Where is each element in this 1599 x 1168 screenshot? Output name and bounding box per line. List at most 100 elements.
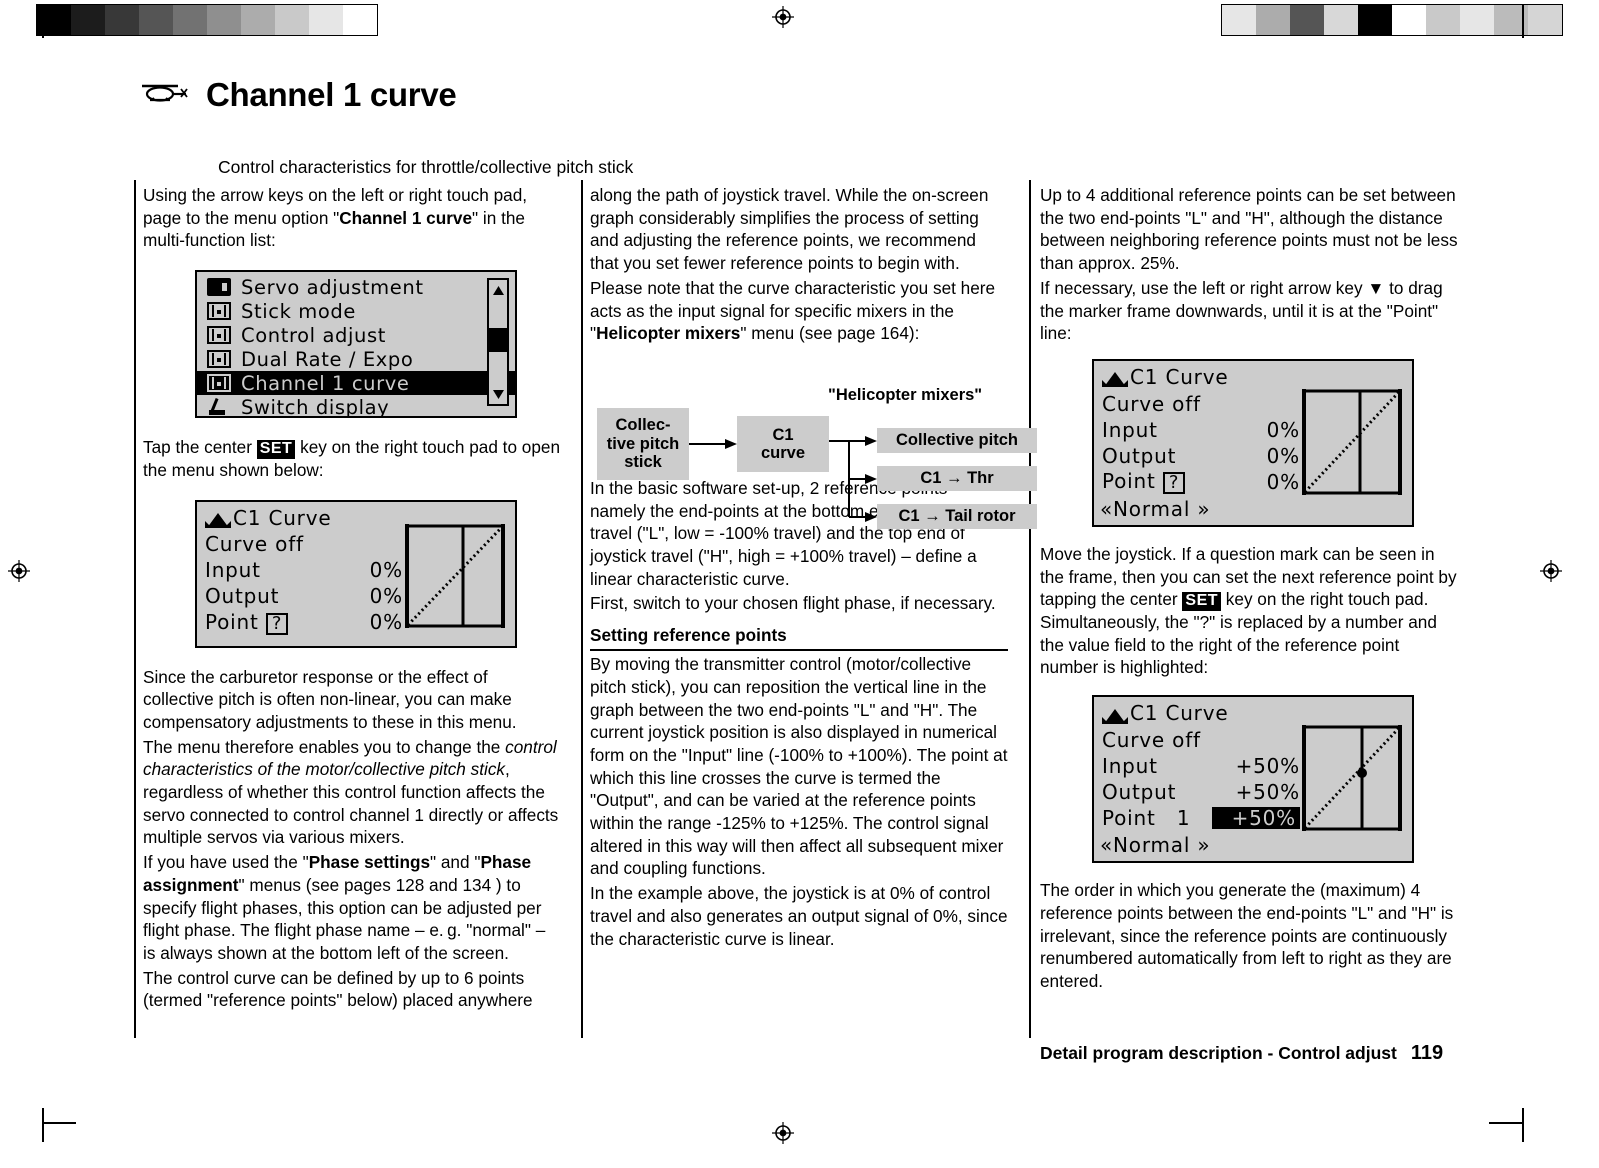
col1-paragraph-1: Using the arrow keys on the left or righ… — [143, 184, 561, 252]
point-number[interactable]: 1 — [1177, 806, 1191, 830]
arrow-down-icon: ▼ — [1367, 277, 1385, 298]
lcd-output-label: Output — [1102, 779, 1177, 804]
stick-mode-icon — [207, 302, 231, 321]
lcd-c1-curve-screen-point-1[interactable]: C1 Curve Curve off Input +50% Output +50… — [1092, 695, 1414, 864]
menu-scrollbar[interactable] — [487, 278, 509, 407]
col1-paragraph-5: If you have used the "Phase settings" an… — [143, 851, 561, 965]
page-number: 119 — [1410, 1042, 1444, 1064]
lcd-point-row[interactable]: Point 1 +50% — [1102, 805, 1300, 831]
lcd-title: C1 Curve — [1130, 364, 1229, 389]
lcd-curve-state-row[interactable]: Curve off — [1102, 727, 1300, 753]
lcd-curve-state: Curve off — [1102, 727, 1201, 752]
col3-paragraph-2: If necessary, use the left or right arro… — [1040, 277, 1458, 345]
lcd-flight-phase: «Normal » — [1100, 496, 1211, 521]
column-3: Up to 4 additional reference points can … — [1040, 184, 1458, 995]
col3-paragraph-4: The order in which you generate the (max… — [1040, 880, 1454, 991]
lcd-output-row: Output 0% — [1102, 443, 1300, 469]
menu-item-servo-adjustment[interactable]: Servo adjustment — [197, 275, 515, 299]
lcd-output-row: Output +50% — [1102, 779, 1300, 805]
footer-section-title: Detail program description - Control adj… — [1040, 1043, 1397, 1063]
lcd-curve-state: Curve off — [1102, 391, 1201, 416]
menu-item-stick-mode[interactable]: Stick mode — [197, 299, 515, 323]
lcd-point-value: 0% — [1266, 469, 1300, 494]
col1-paragraph-6: The control curve can be defined by up t… — [143, 967, 533, 1011]
col2-paragraph-2: Please note that the curve characteristi… — [590, 277, 1008, 345]
lcd-point-value: 0% — [369, 610, 403, 635]
point-marker-box[interactable]: ? — [1162, 471, 1186, 494]
lcd-point-value-highlighted[interactable]: +50% — [1212, 807, 1300, 829]
helicopter-mixers-flow-diagram: "Helicopter mixers" Collec-tive pitch sti… — [597, 386, 1037, 529]
lcd-input-label: Input — [1102, 417, 1158, 442]
col1-p5-bold1: Phase settings — [308, 852, 430, 873]
lcd-c1-curve-screen-point-line[interactable]: C1 Curve Curve off Input 0% Output 0% Po… — [1092, 358, 1414, 527]
curve-graph — [1300, 719, 1404, 841]
col1-paragraph-4: The menu therefore enables you to change… — [143, 736, 561, 850]
lcd-curve-state: Curve off — [205, 532, 304, 557]
column-rule-2 — [581, 180, 583, 1038]
lcd-point-label-wrap: Point ? — [205, 609, 315, 635]
servo-adjustment-icon — [207, 278, 231, 297]
col1-p4a: The menu therefore enables you to change… — [143, 736, 506, 757]
col1-paragraph-3: Since the carburetor response or the eff… — [143, 666, 517, 732]
lcd-input-label: Input — [1102, 753, 1158, 778]
lcd-value-list: Curve off Input +50% Output +50% Point 1… — [1102, 727, 1300, 831]
menu-item-control-adjust[interactable]: Control adjust — [197, 323, 515, 347]
lcd-output-label: Output — [205, 584, 280, 609]
lcd-input-row: Input 0% — [205, 558, 403, 584]
col2-paragraph-1: along the path of joystick travel. While… — [590, 185, 989, 274]
scrollbar-thumb[interactable] — [489, 328, 507, 353]
page-title: Channel 1 curve — [206, 76, 457, 113]
manual-page: Channel 1 curve Control characteristics … — [0, 0, 1599, 1168]
lcd-point-label: Point — [1102, 468, 1156, 493]
lcd-input-row: Input +50% — [1102, 753, 1300, 779]
curve-graph — [403, 520, 507, 636]
page-subtitle: Control characteristics for throttle/col… — [218, 157, 634, 177]
scroll-down-icon[interactable] — [489, 384, 507, 404]
lcd-value-list: Curve off Input 0% Output 0% Point ? 0% — [1102, 391, 1300, 495]
col2-subheading: Setting reference points — [590, 625, 1008, 652]
lcd-c1-curve-screen-initial[interactable]: C1 Curve Curve off Input 0% Output 0% Po… — [195, 499, 517, 648]
set-key-badge: SET — [1182, 592, 1222, 611]
menu-item-label: Dual Rate / Expo — [241, 347, 414, 371]
menu-item-label: Switch display — [241, 395, 390, 419]
col1-p5a: If you have used the " — [143, 852, 309, 873]
column-rule-1 — [134, 180, 136, 1038]
lcd-point-label-wrap: Point ? — [1102, 470, 1212, 494]
menu-item-label: Servo adjustment — [241, 275, 424, 299]
diagram-connectors — [689, 436, 877, 522]
lcd-multifunction-menu[interactable]: Servo adjustment Stick mode Control adju… — [195, 270, 517, 419]
lcd-output-value: 0% — [369, 584, 403, 609]
lcd-value-list: Curve off Input 0% Output 0% Point ? 0% — [205, 532, 403, 636]
menu-item-channel-1-curve[interactable]: Channel 1 curve — [197, 371, 515, 396]
lcd-title: C1 Curve — [233, 505, 332, 530]
column-1: Using the arrow keys on the left or righ… — [143, 184, 561, 1014]
lcd-input-value: 0% — [1266, 417, 1300, 442]
lcd-curve-state-row[interactable]: Curve off — [205, 532, 403, 558]
lcd-output-label: Output — [1102, 443, 1177, 468]
mountain-icon — [1102, 705, 1128, 724]
col1-p1-bold: Channel 1 curve — [339, 207, 473, 228]
channel-1-curve-icon — [207, 374, 231, 393]
control-adjust-icon — [207, 326, 231, 345]
col3-paragraph-3: Move the joystick. If a question mark ca… — [1040, 543, 1458, 679]
col2-paragraph-5: By moving the transmitter control (motor… — [590, 654, 1008, 879]
column-rule-3 — [1029, 180, 1031, 1038]
switch-display-icon — [207, 398, 231, 416]
scroll-up-icon[interactable] — [489, 280, 507, 300]
menu-item-label: Control adjust — [241, 323, 386, 347]
col3-paragraph-1: Up to 4 additional reference points can … — [1040, 185, 1458, 274]
lcd-point-row[interactable]: Point ? 0% — [1102, 469, 1300, 495]
lcd-flight-phase: «Normal » — [1100, 833, 1211, 858]
point-marker-box[interactable]: ? — [265, 612, 289, 635]
lcd-input-label: Input — [205, 558, 261, 583]
lcd-point-label: Point — [205, 609, 259, 634]
menu-item-switch-display[interactable]: Switch display — [197, 395, 515, 419]
col1-p2a: Tap the center — [143, 437, 257, 458]
lcd-input-row: Input 0% — [1102, 417, 1300, 443]
lcd-curve-state-row[interactable]: Curve off — [1102, 391, 1300, 417]
helicopter-icon — [138, 77, 190, 113]
menu-item-dual-rate-expo[interactable]: Dual Rate / Expo — [197, 347, 515, 371]
lcd-point-row[interactable]: Point ? 0% — [205, 610, 403, 636]
col1-p5b: " and " — [430, 852, 481, 873]
lcd-output-value: 0% — [1266, 443, 1300, 468]
